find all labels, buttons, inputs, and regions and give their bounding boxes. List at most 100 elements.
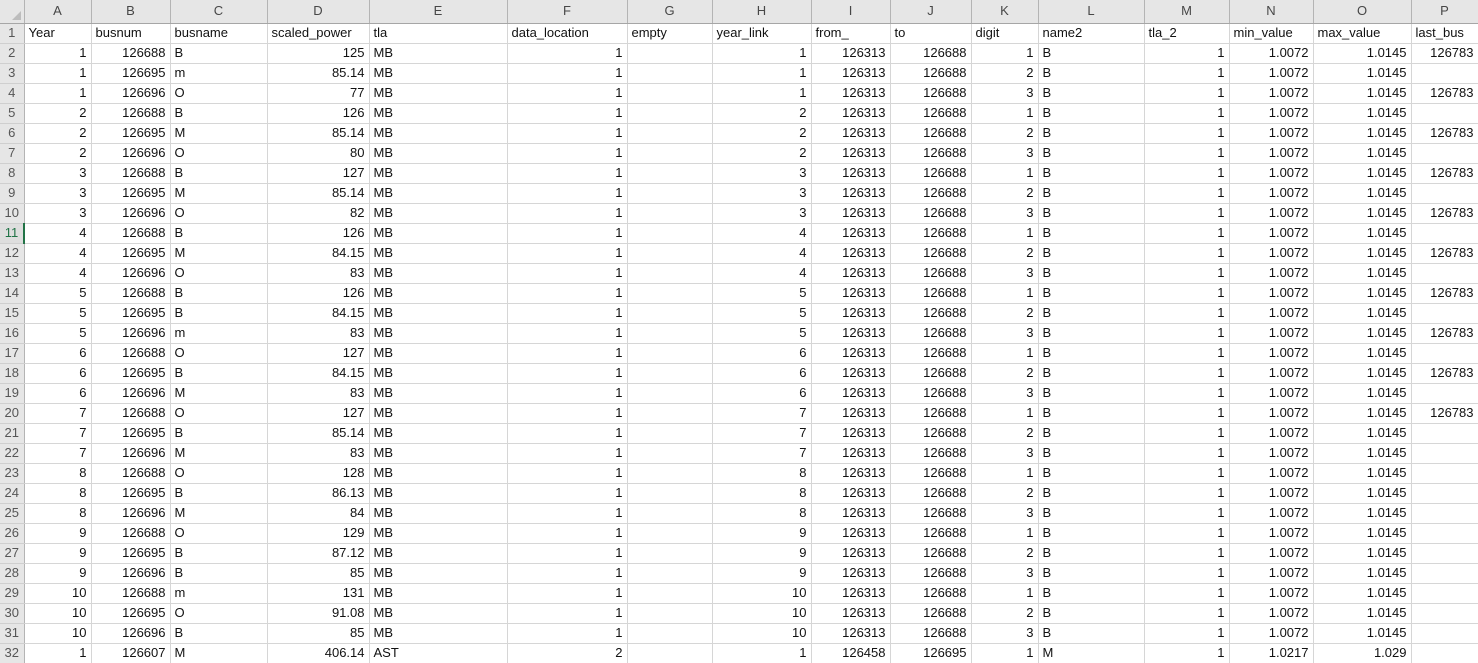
cell-O1[interactable]: max_value (1313, 23, 1412, 44)
cell-I16[interactable]: 126313 (811, 323, 891, 344)
cell-C25[interactable]: M (170, 503, 268, 524)
cell-C21[interactable]: B (170, 423, 268, 444)
cell-D2[interactable]: 125 (267, 43, 370, 64)
cell-J26[interactable]: 126688 (890, 523, 972, 544)
cell-E16[interactable]: MB (369, 323, 508, 344)
cell-M31[interactable]: 1 (1144, 623, 1230, 644)
cell-J20[interactable]: 126688 (890, 403, 972, 424)
cell-A10[interactable]: 3 (24, 203, 92, 224)
cell-A24[interactable]: 8 (24, 483, 92, 504)
row-header-9[interactable]: 9 (0, 183, 25, 204)
cell-N19[interactable]: 1.0072 (1229, 383, 1314, 404)
cell-F20[interactable]: 1 (507, 403, 628, 424)
cell-N25[interactable]: 1.0072 (1229, 503, 1314, 524)
cell-O32[interactable]: 1.029 (1313, 643, 1412, 663)
cell-H17[interactable]: 6 (712, 343, 812, 364)
cell-G32[interactable] (627, 643, 713, 663)
cell-J28[interactable]: 126688 (890, 563, 972, 584)
cell-D6[interactable]: 85.14 (267, 123, 370, 144)
cell-N20[interactable]: 1.0072 (1229, 403, 1314, 424)
cell-K2[interactable]: 1 (971, 43, 1039, 64)
cell-A27[interactable]: 9 (24, 543, 92, 564)
cell-H9[interactable]: 3 (712, 183, 812, 204)
cell-O10[interactable]: 1.0145 (1313, 203, 1412, 224)
cell-L4[interactable]: B (1038, 83, 1145, 104)
cell-J7[interactable]: 126688 (890, 143, 972, 164)
cell-M2[interactable]: 1 (1144, 43, 1230, 64)
cell-I25[interactable]: 126313 (811, 503, 891, 524)
cell-A8[interactable]: 3 (24, 163, 92, 184)
row-header-7[interactable]: 7 (0, 143, 25, 164)
cell-L22[interactable]: B (1038, 443, 1145, 464)
cell-E21[interactable]: MB (369, 423, 508, 444)
cell-L13[interactable]: B (1038, 263, 1145, 284)
cell-I8[interactable]: 126313 (811, 163, 891, 184)
cell-P6[interactable]: 126783 (1411, 123, 1478, 144)
cell-N4[interactable]: 1.0072 (1229, 83, 1314, 104)
cell-J10[interactable]: 126688 (890, 203, 972, 224)
cell-D30[interactable]: 91.08 (267, 603, 370, 624)
cell-I26[interactable]: 126313 (811, 523, 891, 544)
cell-K14[interactable]: 1 (971, 283, 1039, 304)
cell-N31[interactable]: 1.0072 (1229, 623, 1314, 644)
cell-A20[interactable]: 7 (24, 403, 92, 424)
cell-N13[interactable]: 1.0072 (1229, 263, 1314, 284)
cell-C5[interactable]: B (170, 103, 268, 124)
cell-H12[interactable]: 4 (712, 243, 812, 264)
cell-P14[interactable]: 126783 (1411, 283, 1478, 304)
cell-B17[interactable]: 126688 (91, 343, 171, 364)
cell-N30[interactable]: 1.0072 (1229, 603, 1314, 624)
cell-K9[interactable]: 2 (971, 183, 1039, 204)
cell-D9[interactable]: 85.14 (267, 183, 370, 204)
cell-H16[interactable]: 5 (712, 323, 812, 344)
cell-A30[interactable]: 10 (24, 603, 92, 624)
cell-A13[interactable]: 4 (24, 263, 92, 284)
cell-O13[interactable]: 1.0145 (1313, 263, 1412, 284)
cell-A19[interactable]: 6 (24, 383, 92, 404)
cell-G14[interactable] (627, 283, 713, 304)
cell-P15[interactable] (1411, 303, 1478, 324)
cell-E27[interactable]: MB (369, 543, 508, 564)
column-header-M[interactable]: M (1144, 0, 1230, 24)
cell-D17[interactable]: 127 (267, 343, 370, 364)
cell-L18[interactable]: B (1038, 363, 1145, 384)
cell-N1[interactable]: min_value (1229, 23, 1314, 44)
cell-H4[interactable]: 1 (712, 83, 812, 104)
cell-N21[interactable]: 1.0072 (1229, 423, 1314, 444)
cell-M10[interactable]: 1 (1144, 203, 1230, 224)
cell-G24[interactable] (627, 483, 713, 504)
cell-H22[interactable]: 7 (712, 443, 812, 464)
cell-P2[interactable]: 126783 (1411, 43, 1478, 64)
cell-G21[interactable] (627, 423, 713, 444)
cell-F12[interactable]: 1 (507, 243, 628, 264)
cell-I22[interactable]: 126313 (811, 443, 891, 464)
cell-L2[interactable]: B (1038, 43, 1145, 64)
cell-F23[interactable]: 1 (507, 463, 628, 484)
cell-L12[interactable]: B (1038, 243, 1145, 264)
cell-B20[interactable]: 126688 (91, 403, 171, 424)
cell-E13[interactable]: MB (369, 263, 508, 284)
cell-J25[interactable]: 126688 (890, 503, 972, 524)
cell-L9[interactable]: B (1038, 183, 1145, 204)
cell-D5[interactable]: 126 (267, 103, 370, 124)
cell-J11[interactable]: 126688 (890, 223, 972, 244)
cell-F27[interactable]: 1 (507, 543, 628, 564)
cell-N17[interactable]: 1.0072 (1229, 343, 1314, 364)
row-header-15[interactable]: 15 (0, 303, 25, 324)
cell-B25[interactable]: 126696 (91, 503, 171, 524)
cell-B15[interactable]: 126695 (91, 303, 171, 324)
cell-O19[interactable]: 1.0145 (1313, 383, 1412, 404)
cell-E31[interactable]: MB (369, 623, 508, 644)
cell-G12[interactable] (627, 243, 713, 264)
cell-A4[interactable]: 1 (24, 83, 92, 104)
cell-F19[interactable]: 1 (507, 383, 628, 404)
cell-O27[interactable]: 1.0145 (1313, 543, 1412, 564)
cell-H29[interactable]: 10 (712, 583, 812, 604)
cell-C26[interactable]: O (170, 523, 268, 544)
row-header-6[interactable]: 6 (0, 123, 25, 144)
cell-G30[interactable] (627, 603, 713, 624)
cell-L23[interactable]: B (1038, 463, 1145, 484)
cell-I7[interactable]: 126313 (811, 143, 891, 164)
cell-I23[interactable]: 126313 (811, 463, 891, 484)
cell-K22[interactable]: 3 (971, 443, 1039, 464)
